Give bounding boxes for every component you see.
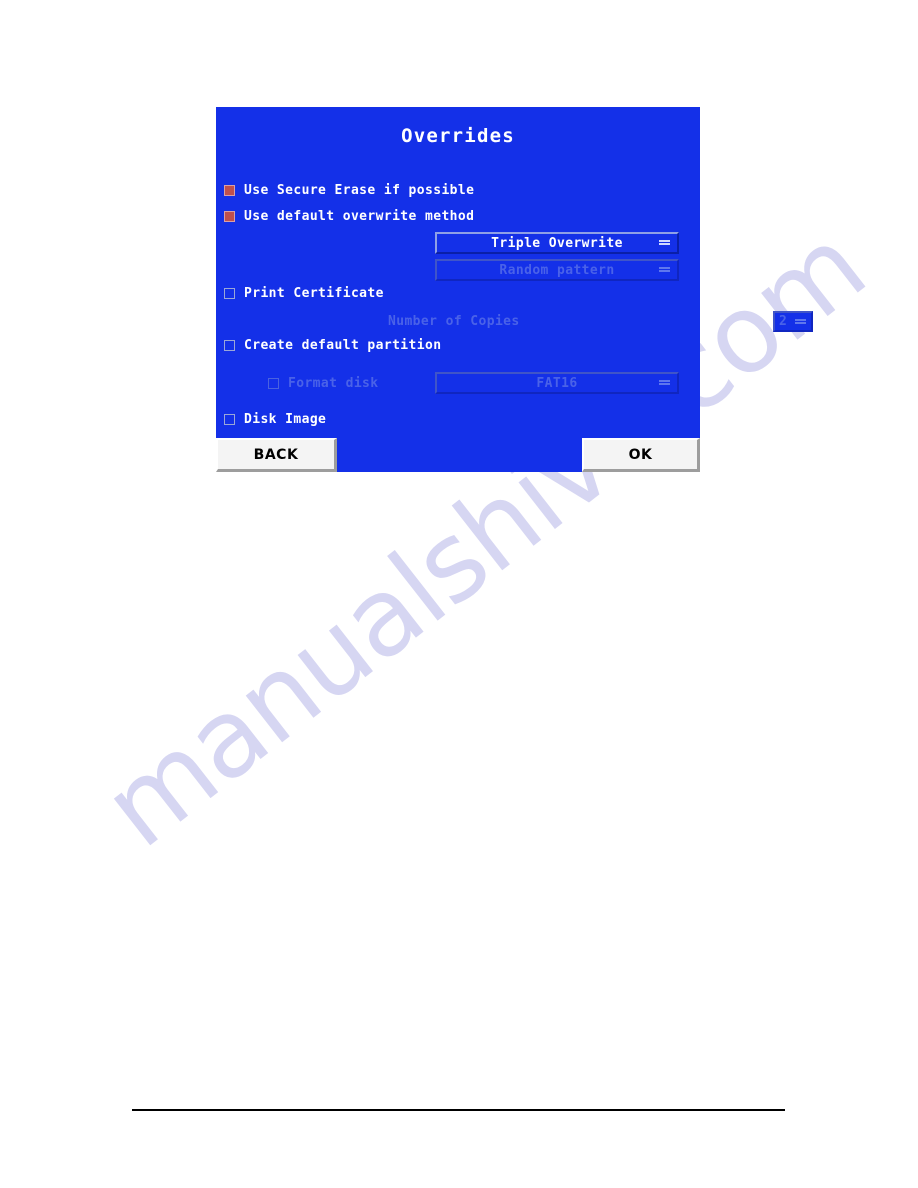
- chevron-down-icon: [659, 267, 670, 272]
- option-row-print-certificate[interactable]: Print Certificate: [224, 284, 384, 302]
- option-row-disk-image[interactable]: Disk Image: [224, 410, 326, 428]
- footer-divider: [132, 1109, 785, 1111]
- label-use-default-overwrite-method: Use default overwrite method: [244, 208, 475, 224]
- checkbox-use-default-overwrite-method[interactable]: [224, 210, 235, 222]
- option-row-use-secure-erase[interactable]: Use Secure Erase if possible: [224, 181, 474, 199]
- label-format-disk: Format disk: [288, 375, 379, 391]
- chevron-down-icon: [659, 240, 670, 245]
- dropdown-overwrite-method[interactable]: Triple Overwrite: [435, 232, 679, 254]
- dropdown-filesystem: FAT16: [435, 372, 679, 394]
- label-create-default-partition: Create default partition: [244, 337, 442, 353]
- spinner-number-of-copies-value: 2: [779, 314, 787, 329]
- checkbox-disk-image[interactable]: [224, 413, 235, 425]
- ok-button-label: OK: [628, 446, 653, 463]
- chevron-down-icon: [659, 380, 670, 385]
- checkbox-use-secure-erase[interactable]: [224, 184, 235, 196]
- option-row-create-default-partition[interactable]: Create default partition: [224, 336, 441, 354]
- checkbox-format-disk: [268, 377, 279, 389]
- back-button-label: BACK: [253, 446, 299, 463]
- dropdown-overwrite-pattern: Random pattern: [435, 259, 679, 281]
- ok-button[interactable]: OK: [582, 438, 700, 472]
- label-use-secure-erase: Use Secure Erase if possible: [244, 182, 475, 198]
- spinner-number-of-copies: 2: [773, 311, 813, 332]
- chevron-down-icon: [795, 318, 806, 324]
- option-row-format-disk: Format disk: [268, 374, 379, 392]
- back-button[interactable]: BACK: [216, 438, 337, 472]
- number-of-copies-row: Number of Copies 2: [216, 311, 813, 333]
- checkbox-print-certificate[interactable]: [224, 287, 235, 299]
- checkbox-create-default-partition[interactable]: [224, 339, 235, 351]
- label-disk-image: Disk Image: [244, 411, 327, 427]
- dropdown-filesystem-value: FAT16: [536, 375, 578, 391]
- dropdown-overwrite-method-value: Triple Overwrite: [491, 235, 623, 251]
- dropdown-overwrite-pattern-value: Random pattern: [499, 262, 615, 278]
- label-print-certificate: Print Certificate: [244, 285, 384, 301]
- dialog-title: Overrides: [401, 125, 515, 147]
- option-row-use-default-overwrite-method[interactable]: Use default overwrite method: [224, 207, 474, 225]
- overrides-dialog: Overrides Use Secure Erase if possible U…: [216, 107, 813, 472]
- label-number-of-copies: Number of Copies: [388, 314, 520, 329]
